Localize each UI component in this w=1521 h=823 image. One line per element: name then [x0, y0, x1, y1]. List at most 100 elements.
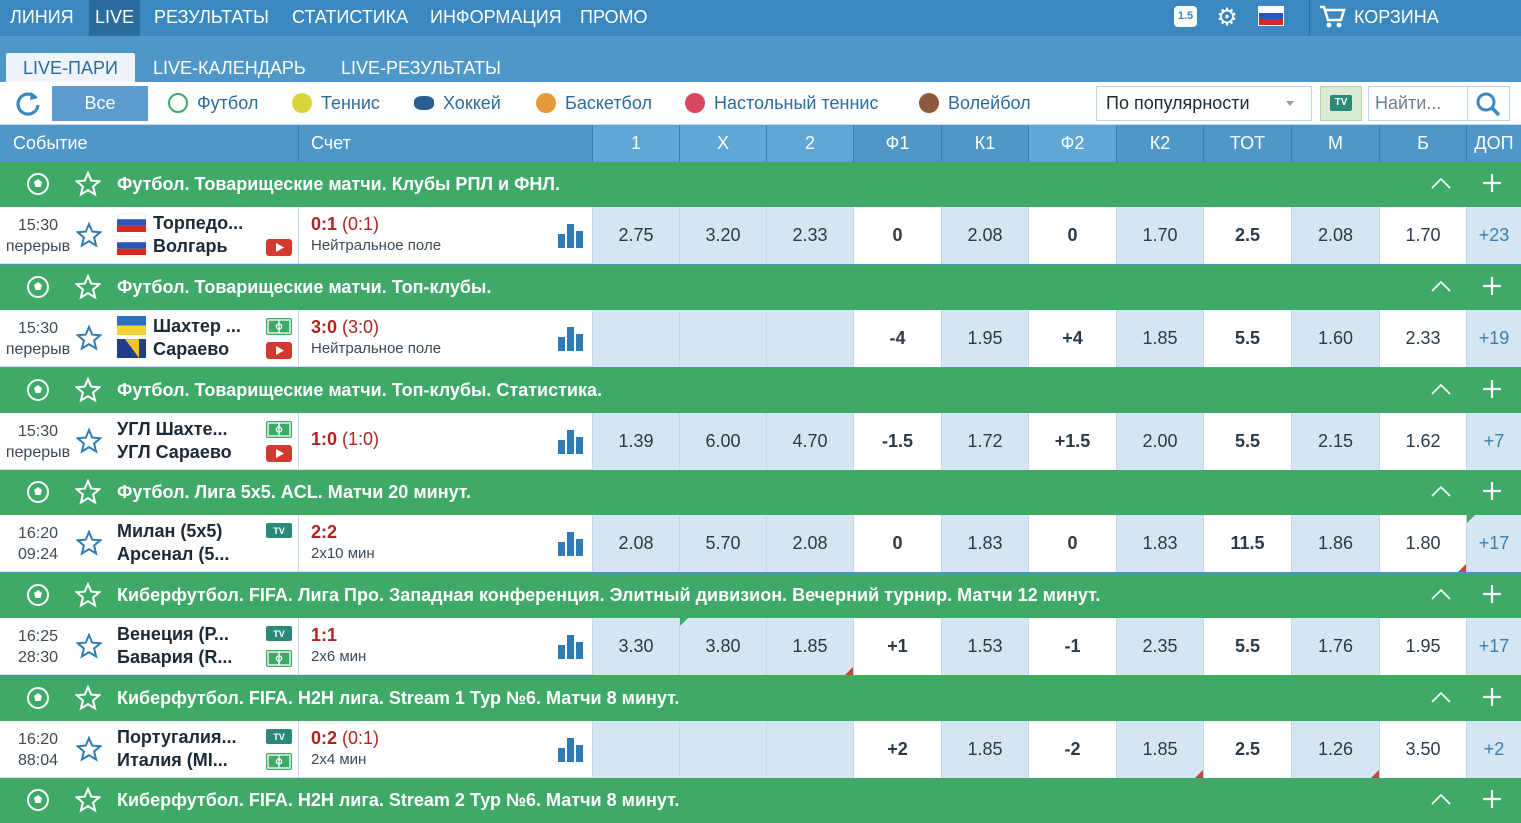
odds-cell-8[interactable]: 1.60: [1291, 310, 1379, 367]
header-col-5[interactable]: Ф2: [1028, 125, 1116, 162]
odds-cell-2[interactable]: 4.70: [766, 413, 853, 470]
league-header[interactable]: Футбол. Товарищеские матчи. Клубы РПЛ и …: [0, 162, 1521, 207]
collapse-chevron-icon[interactable]: [1430, 279, 1452, 293]
header-col-10[interactable]: ДОП: [1466, 125, 1521, 162]
header-col-2[interactable]: 2: [766, 125, 853, 162]
collapse-chevron-icon[interactable]: [1430, 690, 1452, 704]
odds-cell-9[interactable]: 1.95: [1379, 618, 1466, 675]
odds-cell-4[interactable]: 1.72: [941, 413, 1028, 470]
favorite-star-icon[interactable]: [74, 786, 102, 813]
team-names[interactable]: Шахтер ... Сараево: [117, 315, 262, 361]
team-names[interactable]: УГЛ Шахте... УГЛ Сараево: [117, 418, 262, 464]
tab-live-bets[interactable]: LIVE-ПАРИ: [6, 53, 135, 82]
odds-cell-2[interactable]: [766, 310, 853, 367]
odds-cell-10[interactable]: +19: [1466, 310, 1521, 367]
sport-tennis[interactable]: Теннис: [292, 82, 380, 125]
add-icon[interactable]: [1481, 275, 1503, 297]
favorite-star-icon[interactable]: [75, 427, 103, 454]
field-icon[interactable]: [266, 318, 292, 335]
statistics-icon[interactable]: [557, 428, 585, 454]
russian-flag-icon[interactable]: [1258, 6, 1284, 26]
video-icon[interactable]: [266, 342, 292, 359]
odds-cell-5[interactable]: 0: [1028, 515, 1116, 572]
field-icon[interactable]: [266, 650, 292, 667]
collapse-chevron-icon[interactable]: [1430, 484, 1452, 498]
sport-hockey[interactable]: Хоккей: [414, 82, 501, 125]
nav-results[interactable]: РЕЗУЛЬТАТЫ: [154, 0, 269, 36]
odds-cell-10[interactable]: +7: [1466, 413, 1521, 470]
add-icon[interactable]: [1481, 583, 1503, 605]
header-col-8[interactable]: М: [1291, 125, 1379, 162]
odds-cell-8[interactable]: 1.76: [1291, 618, 1379, 675]
odds-cell-8[interactable]: 1.86: [1291, 515, 1379, 572]
match-row[interactable]: 16:20 88:04 Португалия... Италия (MI... TV 0:…: [0, 721, 1521, 778]
all-sports-button[interactable]: Все: [52, 86, 148, 121]
odds-cell-0[interactable]: [592, 310, 679, 367]
odds-cell-7[interactable]: 2.5: [1203, 207, 1291, 264]
odds-cell-1[interactable]: 5.70: [679, 515, 766, 572]
odds-cell-2[interactable]: 2.08: [766, 515, 853, 572]
odds-cell-9[interactable]: 1.70: [1379, 207, 1466, 264]
odds-cell-1[interactable]: [679, 310, 766, 367]
odds-cell-4[interactable]: 2.08: [941, 207, 1028, 264]
odds-cell-0[interactable]: 2.08: [592, 515, 679, 572]
statistics-icon[interactable]: [557, 633, 585, 659]
cart-button[interactable]: КОРЗИНА: [1309, 0, 1521, 36]
field-icon[interactable]: [266, 753, 292, 770]
collapse-chevron-icon[interactable]: [1430, 587, 1452, 601]
odds-cell-4[interactable]: 1.95: [941, 310, 1028, 367]
team-names[interactable]: Венеция (Р... Бавария (R...: [117, 623, 262, 669]
favorite-star-icon[interactable]: [74, 273, 102, 300]
tv-icon[interactable]: TV: [266, 626, 292, 643]
statistics-icon[interactable]: [557, 736, 585, 762]
odds-cell-8[interactable]: 1.26: [1291, 721, 1379, 778]
odds-cell-4[interactable]: 1.85: [941, 721, 1028, 778]
favorite-star-icon[interactable]: [75, 221, 103, 248]
add-icon[interactable]: [1481, 480, 1503, 502]
odds-cell-0[interactable]: 1.39: [592, 413, 679, 470]
odds-cell-1[interactable]: 3.80: [679, 618, 766, 675]
favorite-star-icon[interactable]: [75, 735, 103, 762]
odds-cell-6[interactable]: 1.85: [1116, 310, 1203, 367]
odds-cell-1[interactable]: 6.00: [679, 413, 766, 470]
odds-cell-2[interactable]: 2.33: [766, 207, 853, 264]
odds-cell-5[interactable]: +1.5: [1028, 413, 1116, 470]
league-header[interactable]: Футбол. Лига 5х5. ACL. Матчи 20 минут.: [0, 470, 1521, 515]
odds-cell-5[interactable]: +4: [1028, 310, 1116, 367]
header-col-0[interactable]: 1: [592, 125, 679, 162]
match-row[interactable]: 15:30 перерыв Торпедо... Волгарь 0:1 (0:1) Не…: [0, 207, 1521, 264]
nav-information[interactable]: ИНФОРМАЦИЯ: [430, 0, 562, 36]
odds-cell-6[interactable]: 1.85: [1116, 721, 1203, 778]
header-col-6[interactable]: К2: [1116, 125, 1203, 162]
collapse-chevron-icon[interactable]: [1430, 382, 1452, 396]
odds-cell-10[interactable]: +23: [1466, 207, 1521, 264]
favorite-star-icon[interactable]: [75, 324, 103, 351]
sport-basketball[interactable]: Баскетбол: [536, 82, 652, 125]
tv-icon[interactable]: TV: [266, 729, 292, 746]
league-header[interactable]: Футбол. Товарищеские матчи. Топ-клубы.: [0, 265, 1521, 310]
favorite-star-icon[interactable]: [74, 581, 102, 608]
favorite-star-icon[interactable]: [74, 478, 102, 505]
league-header[interactable]: Киберфутбол. FIFA. H2H лига. Stream 1 Ту…: [0, 676, 1521, 721]
nav-line[interactable]: ЛИНИЯ: [0, 0, 84, 36]
odds-cell-1[interactable]: [679, 721, 766, 778]
odds-cell-10[interactable]: +17: [1466, 515, 1521, 572]
odds-cell-5[interactable]: -2: [1028, 721, 1116, 778]
odds-cell-3[interactable]: +2: [853, 721, 941, 778]
odds-cell-6[interactable]: 1.70: [1116, 207, 1203, 264]
odds-cell-3[interactable]: 0: [853, 207, 941, 264]
tab-live-calendar[interactable]: LIVE-КАЛЕНДАРЬ: [136, 53, 323, 82]
sport-volleyball[interactable]: Волейбол: [919, 82, 1031, 125]
odds-cell-4[interactable]: 1.83: [941, 515, 1028, 572]
video-icon[interactable]: [266, 445, 292, 462]
odds-cell-7[interactable]: 2.5: [1203, 721, 1291, 778]
odds-cell-8[interactable]: 2.08: [1291, 207, 1379, 264]
league-header[interactable]: Киберфутбол. FIFA. H2H лига. Stream 2 Ту…: [0, 778, 1521, 823]
refresh-icon[interactable]: [14, 89, 42, 117]
odds-cell-3[interactable]: 0: [853, 515, 941, 572]
odds-cell-4[interactable]: 1.53: [941, 618, 1028, 675]
header-event[interactable]: Событие: [13, 125, 88, 162]
odds-cell-5[interactable]: 0: [1028, 207, 1116, 264]
odds-cell-0[interactable]: [592, 721, 679, 778]
statistics-icon[interactable]: [557, 222, 585, 248]
